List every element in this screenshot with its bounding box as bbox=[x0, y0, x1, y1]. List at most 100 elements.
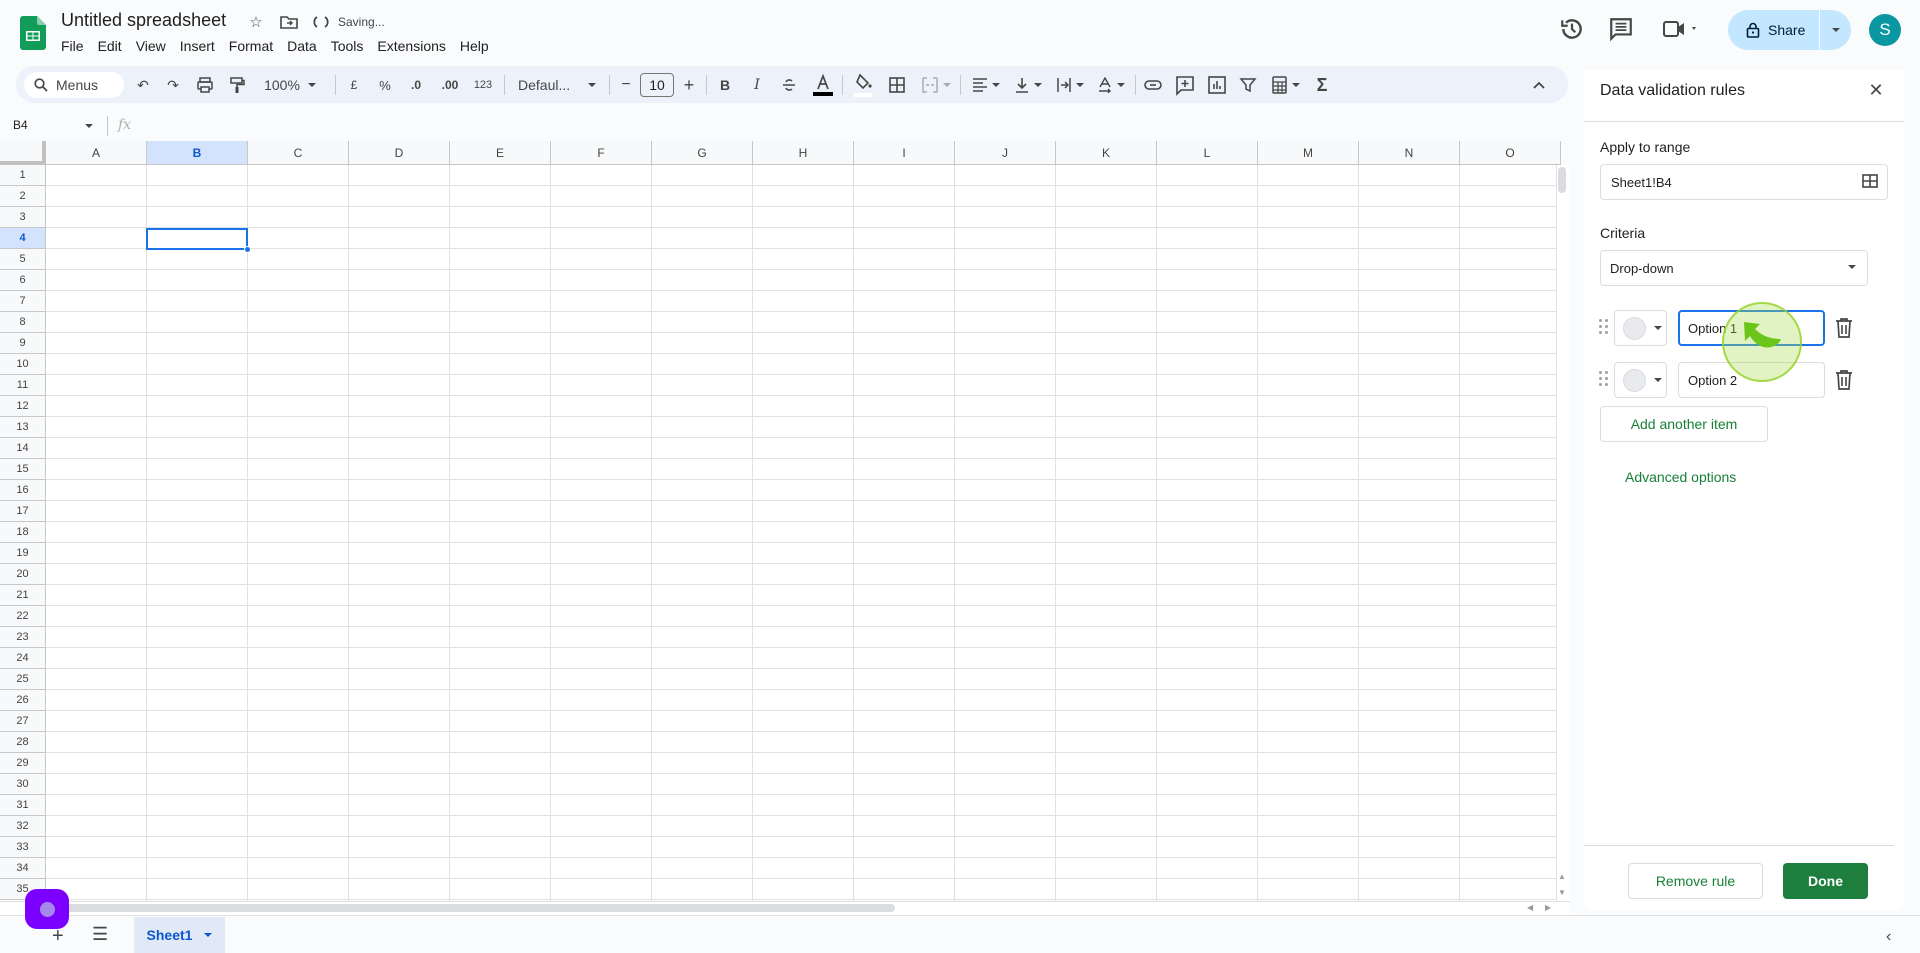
text-color-icon[interactable] bbox=[810, 72, 836, 98]
row-header-29[interactable]: 29 bbox=[0, 753, 46, 774]
row-header-4[interactable]: 4 bbox=[0, 228, 46, 249]
row-header-2[interactable]: 2 bbox=[0, 186, 46, 207]
row-header-12[interactable]: 12 bbox=[0, 396, 46, 417]
row-header-11[interactable]: 11 bbox=[0, 375, 46, 396]
row-header-27[interactable]: 27 bbox=[0, 711, 46, 732]
vertical-align-button[interactable] bbox=[1012, 72, 1044, 98]
delete-icon[interactable] bbox=[1834, 369, 1854, 391]
column-header-h[interactable]: H bbox=[753, 141, 854, 165]
menu-help[interactable]: Help bbox=[453, 36, 496, 56]
share-button[interactable]: Share bbox=[1728, 10, 1820, 50]
row-header-15[interactable]: 15 bbox=[0, 459, 46, 480]
column-header-b[interactable]: B bbox=[147, 141, 248, 165]
column-header-n[interactable]: N bbox=[1359, 141, 1460, 165]
scroll-down-icon[interactable]: ▼ bbox=[1558, 888, 1566, 897]
decrease-decimal-button[interactable]: .0 bbox=[405, 72, 427, 98]
row-header-3[interactable]: 3 bbox=[0, 207, 46, 228]
column-header-c[interactable]: C bbox=[248, 141, 349, 165]
functions-button[interactable]: Σ bbox=[1313, 72, 1331, 98]
row-header-33[interactable]: 33 bbox=[0, 837, 46, 858]
drag-handle-icon[interactable] bbox=[1599, 319, 1609, 335]
move-folder-icon[interactable] bbox=[279, 12, 299, 32]
row-header-9[interactable]: 9 bbox=[0, 333, 46, 354]
meet-icon[interactable] bbox=[1662, 16, 1702, 42]
column-header-d[interactable]: D bbox=[349, 141, 450, 165]
collapse-side-panel-icon[interactable]: ‹ bbox=[1886, 928, 1891, 946]
close-icon[interactable]: ✕ bbox=[1868, 80, 1884, 100]
column-header-j[interactable]: J bbox=[955, 141, 1056, 165]
vertical-scrollbar[interactable] bbox=[1556, 165, 1570, 901]
recorder-button[interactable] bbox=[25, 889, 69, 929]
filter-icon[interactable] bbox=[1239, 72, 1257, 98]
scroll-left-icon[interactable]: ◀ bbox=[1527, 903, 1533, 912]
menu-view[interactable]: View bbox=[129, 36, 173, 56]
font-size-input[interactable]: 10 bbox=[640, 73, 674, 97]
paint-format-icon[interactable] bbox=[228, 72, 246, 98]
chevron-down-icon[interactable] bbox=[204, 933, 213, 937]
column-header-f[interactable]: F bbox=[551, 141, 652, 165]
version-history-icon[interactable] bbox=[1559, 16, 1585, 42]
select-all-corner[interactable] bbox=[0, 141, 46, 165]
menu-file[interactable]: File bbox=[54, 36, 91, 56]
star-icon[interactable]: ☆ bbox=[246, 12, 266, 32]
column-header-g[interactable]: G bbox=[652, 141, 753, 165]
name-box-dropdown-icon[interactable] bbox=[85, 124, 93, 128]
row-header-18[interactable]: 18 bbox=[0, 522, 46, 543]
row-header-1[interactable]: 1 bbox=[0, 165, 46, 186]
column-header-m[interactable]: M bbox=[1258, 141, 1359, 165]
menu-insert[interactable]: Insert bbox=[173, 36, 222, 56]
drag-handle-icon[interactable] bbox=[1599, 371, 1609, 387]
delete-icon[interactable] bbox=[1834, 317, 1854, 339]
row-header-34[interactable]: 34 bbox=[0, 858, 46, 879]
row-header-25[interactable]: 25 bbox=[0, 669, 46, 690]
insert-comment-icon[interactable] bbox=[1175, 72, 1195, 98]
vertical-scrollbar-thumb[interactable] bbox=[1558, 167, 1566, 193]
percent-format-button[interactable]: % bbox=[376, 72, 394, 98]
done-button[interactable]: Done bbox=[1783, 863, 1868, 899]
strikethrough-icon[interactable] bbox=[780, 72, 798, 98]
increase-decimal-button[interactable]: .00 bbox=[437, 72, 463, 98]
row-header-20[interactable]: 20 bbox=[0, 564, 46, 585]
redo-icon[interactable]: ↷ bbox=[164, 72, 182, 98]
menus-search-button[interactable]: Menus bbox=[24, 72, 124, 98]
column-header-a[interactable]: A bbox=[46, 141, 147, 165]
bold-button[interactable]: B bbox=[716, 72, 734, 98]
sheets-logo-icon[interactable] bbox=[20, 16, 46, 50]
row-header-16[interactable]: 16 bbox=[0, 480, 46, 501]
print-icon[interactable] bbox=[196, 72, 214, 98]
row-header-23[interactable]: 23 bbox=[0, 627, 46, 648]
undo-icon[interactable]: ↶ bbox=[134, 72, 152, 98]
all-sheets-menu-icon[interactable]: ☰ bbox=[92, 924, 108, 945]
row-header-7[interactable]: 7 bbox=[0, 291, 46, 312]
insert-link-icon[interactable] bbox=[1143, 72, 1163, 98]
row-header-24[interactable]: 24 bbox=[0, 648, 46, 669]
sheet-tab[interactable]: Sheet1 bbox=[134, 917, 225, 953]
borders-icon[interactable] bbox=[888, 72, 906, 98]
merge-cells-button[interactable] bbox=[920, 72, 952, 98]
advanced-options-link[interactable]: Advanced options bbox=[1625, 469, 1736, 485]
fill-handle[interactable] bbox=[244, 246, 251, 253]
menu-tools[interactable]: Tools bbox=[324, 36, 371, 56]
option-color-picker[interactable] bbox=[1614, 310, 1667, 346]
row-header-14[interactable]: 14 bbox=[0, 438, 46, 459]
name-box[interactable]: B4 bbox=[13, 118, 28, 132]
row-header-17[interactable]: 17 bbox=[0, 501, 46, 522]
horizontal-scrollbar-thumb[interactable] bbox=[40, 904, 895, 912]
row-header-19[interactable]: 19 bbox=[0, 543, 46, 564]
font-family-select[interactable]: Defaul... bbox=[514, 72, 599, 98]
document-title[interactable]: Untitled spreadsheet bbox=[61, 10, 226, 31]
column-header-o[interactable]: O bbox=[1460, 141, 1561, 165]
text-rotation-button[interactable] bbox=[1095, 72, 1127, 98]
share-dropdown-button[interactable] bbox=[1820, 10, 1851, 50]
row-header-22[interactable]: 22 bbox=[0, 606, 46, 627]
collapse-toolbar-icon[interactable] bbox=[1530, 72, 1548, 98]
increase-font-size-button[interactable]: + bbox=[681, 72, 697, 98]
criteria-select[interactable]: Drop-down bbox=[1600, 250, 1868, 286]
selected-cell[interactable] bbox=[146, 228, 248, 250]
decrease-font-size-button[interactable]: − bbox=[618, 72, 634, 98]
filter-views-button[interactable] bbox=[1269, 72, 1301, 98]
range-input[interactable]: Sheet1!B4 bbox=[1600, 164, 1888, 200]
zoom-select[interactable]: 100% bbox=[260, 72, 320, 98]
text-wrapping-button[interactable] bbox=[1054, 72, 1086, 98]
row-header-10[interactable]: 10 bbox=[0, 354, 46, 375]
